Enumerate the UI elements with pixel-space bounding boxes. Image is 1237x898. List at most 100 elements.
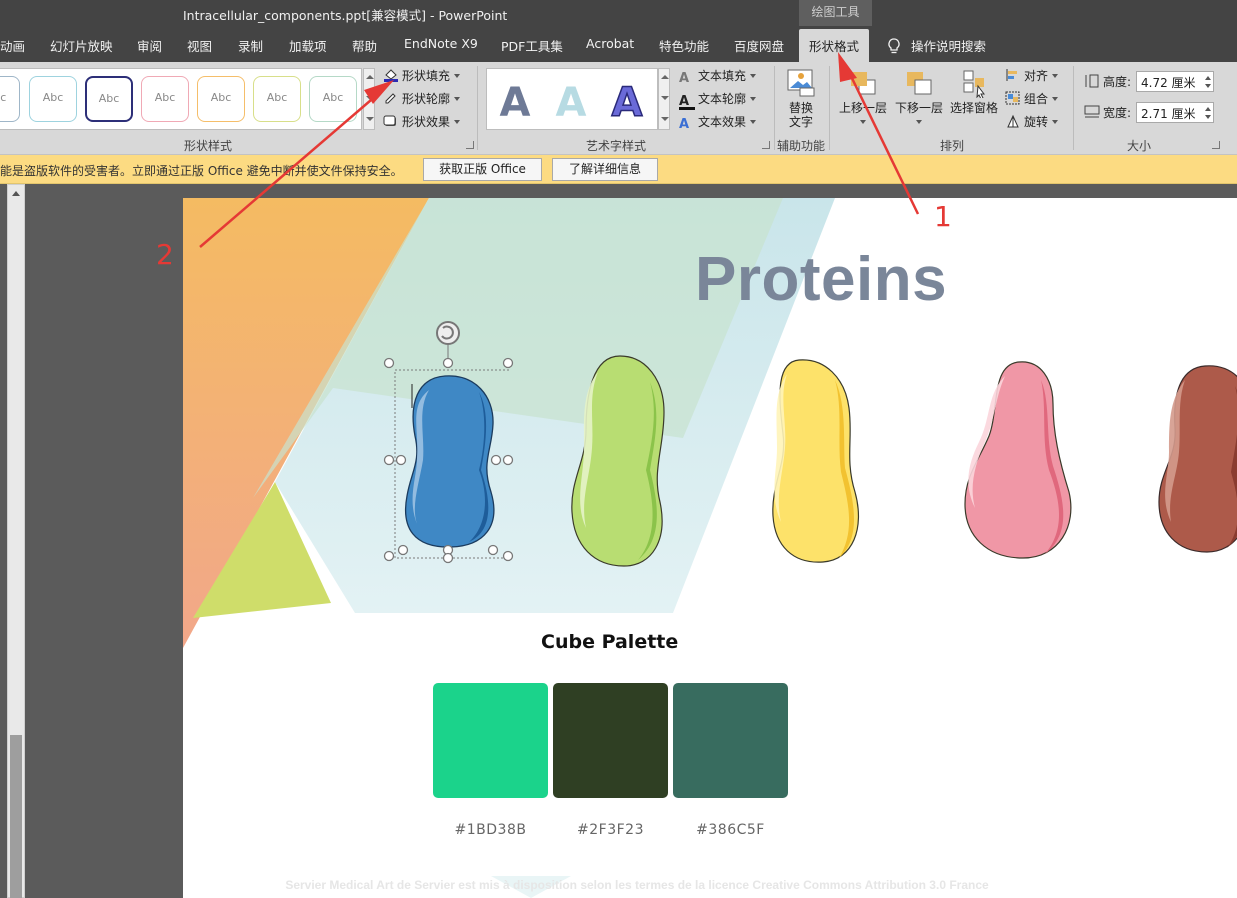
resize-handle[interactable] xyxy=(383,357,395,369)
shape-style-option[interactable]: Abc xyxy=(29,76,77,122)
bring-forward-button[interactable]: 上移一层 xyxy=(837,68,889,129)
palette-title[interactable]: Cube Palette xyxy=(541,631,678,653)
wordart-styles-scroll[interactable] xyxy=(658,68,670,130)
text-outline-button[interactable]: A 文本轮廓 xyxy=(679,90,757,110)
text-outline-icon: A xyxy=(679,95,695,110)
shape-effects-button[interactable]: 形状效果 xyxy=(383,113,461,130)
resize-handle[interactable] xyxy=(502,357,514,369)
shape-style-option[interactable]: Abc xyxy=(141,76,189,122)
shape-style-option[interactable]: Abc xyxy=(197,76,245,122)
text-effects-label: 文本效果 xyxy=(698,115,747,129)
height-icon xyxy=(1085,74,1099,88)
tab-special-features[interactable]: 特色功能 xyxy=(659,36,709,55)
resize-handle[interactable] xyxy=(442,357,454,369)
spin-up-icon[interactable] xyxy=(1205,76,1211,80)
align-button[interactable]: 对齐 xyxy=(1005,67,1059,84)
scroll-up-icon[interactable] xyxy=(12,191,20,196)
contextual-tab-group-drawing-tools: 绘图工具 xyxy=(799,0,872,26)
resize-handle[interactable] xyxy=(383,550,395,562)
get-genuine-office-button[interactable]: 获取正版 Office xyxy=(423,158,542,181)
protein-brown-shape[interactable] xyxy=(1155,362,1237,562)
height-input[interactable]: 4.72 厘米 xyxy=(1136,71,1214,92)
tab-slide-show[interactable]: 幻灯片放映 xyxy=(50,36,113,55)
vertical-scrollbar[interactable] xyxy=(7,184,25,898)
resize-handle[interactable] xyxy=(442,552,454,564)
tell-me-search[interactable]: 操作说明搜索 xyxy=(887,36,986,55)
shape-style-option[interactable]: Abc xyxy=(309,76,357,122)
protein-pink-shape[interactable] xyxy=(961,358,1076,563)
learn-more-button[interactable]: 了解详细信息 xyxy=(552,158,658,181)
tab-view[interactable]: 视图 xyxy=(187,36,212,55)
tab-add-ins[interactable]: 加载项 xyxy=(289,36,327,55)
slide-title[interactable]: Proteins xyxy=(695,244,947,315)
resize-handle[interactable] xyxy=(490,454,502,466)
scroll-up-icon[interactable] xyxy=(661,75,669,79)
protein-green-shape[interactable] xyxy=(568,352,668,572)
resize-handle[interactable] xyxy=(502,454,514,466)
resize-handle[interactable] xyxy=(397,544,409,556)
shape-outline-button[interactable]: 形状轮廓 xyxy=(383,90,461,107)
text-effects-button[interactable]: A 文本效果 xyxy=(679,113,757,132)
tab-shape-format[interactable]: 形状格式 xyxy=(799,29,870,62)
dialog-launcher-icon[interactable] xyxy=(1212,141,1220,149)
resize-handle[interactable] xyxy=(395,454,407,466)
tab-pdf-tools[interactable]: PDF工具集 xyxy=(501,36,563,55)
shape-effects-label: 形状效果 xyxy=(402,115,451,129)
slide-canvas[interactable]: Proteins Cube Palette #1BD38B #2F3F23 #3… xyxy=(183,198,1237,898)
protein-yellow-shape[interactable] xyxy=(765,356,865,571)
resize-handle[interactable] xyxy=(383,454,395,466)
palette-swatch-3[interactable] xyxy=(673,683,788,798)
tab-baidu-netdisk[interactable]: 百度网盘 xyxy=(734,36,784,55)
send-backward-button[interactable]: 下移一层 xyxy=(893,68,945,129)
wordart-style-option[interactable]: A xyxy=(602,77,652,129)
width-input[interactable]: 2.71 厘米 xyxy=(1136,102,1214,123)
shape-style-option[interactable]: Abc xyxy=(0,76,20,122)
tab-animations[interactable]: 动画 xyxy=(0,36,25,55)
shape-styles-scroll[interactable] xyxy=(363,68,375,130)
rotate-button[interactable]: 旋转 xyxy=(1005,113,1059,130)
dialog-launcher-icon[interactable] xyxy=(466,141,474,149)
align-label: 对齐 xyxy=(1024,69,1049,83)
dialog-launcher-icon[interactable] xyxy=(762,141,770,149)
tab-review[interactable]: 审阅 xyxy=(137,36,162,55)
scroll-up-icon[interactable] xyxy=(366,75,374,79)
group-button[interactable]: 组合 xyxy=(1005,90,1059,107)
tab-help[interactable]: 帮助 xyxy=(352,36,377,55)
shape-style-option[interactable]: Abc xyxy=(85,76,133,122)
scroll-down-icon[interactable] xyxy=(366,96,374,100)
wordart-style-option[interactable]: A xyxy=(490,77,540,129)
scroll-down-icon[interactable] xyxy=(661,96,669,100)
shape-fill-label: 形状填充 xyxy=(402,69,451,83)
scrollbar-thumb[interactable] xyxy=(10,735,22,898)
wordart-styles-gallery: A A A xyxy=(486,68,658,130)
group-label-shape-styles: 形状样式 xyxy=(184,139,233,153)
selection-pane-button[interactable]: 选择窗格 xyxy=(948,68,1000,115)
rotate-handle-icon[interactable] xyxy=(436,321,460,345)
group-separator xyxy=(477,66,478,150)
spin-up-icon[interactable] xyxy=(1205,107,1211,111)
selection-pane-icon xyxy=(963,70,985,100)
text-fill-button[interactable]: A 文本填充 xyxy=(679,67,757,86)
resize-handle[interactable] xyxy=(502,550,514,562)
resize-handle[interactable] xyxy=(487,544,499,556)
alt-text-button[interactable]: 替换 文字 xyxy=(784,68,818,129)
shape-fill-button[interactable]: 形状填充 xyxy=(383,67,461,84)
palette-swatch-1[interactable] xyxy=(433,683,548,798)
gallery-more-icon[interactable] xyxy=(366,117,374,121)
spin-down-icon[interactable] xyxy=(1205,84,1211,88)
width-value: 2.71 厘米 xyxy=(1141,107,1196,121)
group-label-size: 大小 xyxy=(1127,139,1152,153)
palette-swatch-2[interactable] xyxy=(553,683,668,798)
shape-effects-icon xyxy=(383,115,396,126)
shape-style-option[interactable]: Abc xyxy=(253,76,301,122)
palette-hex-1: #1BD38B xyxy=(454,822,527,838)
gallery-more-icon[interactable] xyxy=(661,117,669,121)
license-message: 能是盗版软件的受害者。立即通过正版 Office 避免中断并使文件保持安全。 xyxy=(0,164,403,178)
tab-acrobat[interactable]: Acrobat xyxy=(586,36,634,51)
tab-endnote[interactable]: EndNote X9 xyxy=(404,36,478,51)
tab-recording[interactable]: 录制 xyxy=(238,36,263,55)
text-outline-label: 文本轮廓 xyxy=(698,92,747,106)
spin-down-icon[interactable] xyxy=(1205,115,1211,119)
wordart-style-option[interactable]: A xyxy=(546,77,596,129)
powerpoint-window: Intracellular_components.ppt[兼容模式] - Pow… xyxy=(0,0,1237,898)
